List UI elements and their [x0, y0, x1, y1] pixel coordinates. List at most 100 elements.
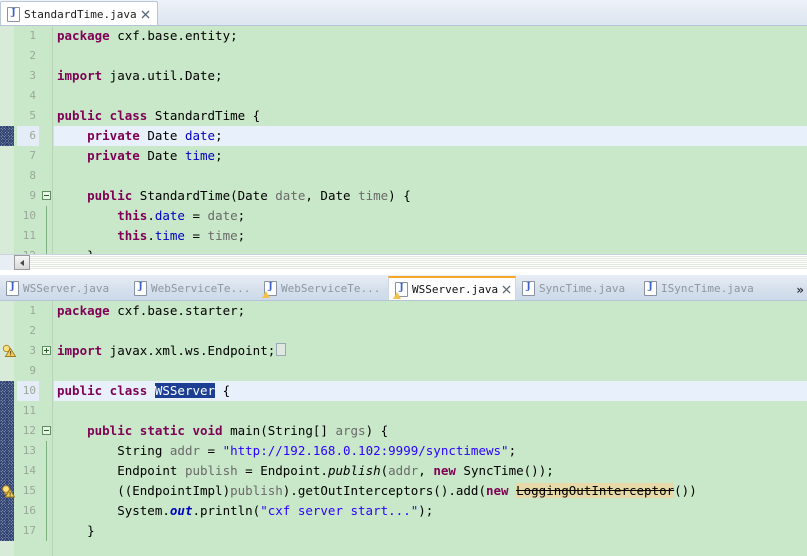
fold-expand-icon[interactable] [42, 346, 51, 355]
java-file-icon [7, 6, 20, 22]
code-token: date [207, 208, 238, 223]
code-line[interactable]: this.date = date; [54, 206, 807, 226]
code-line[interactable]: Endpoint publish = Endpoint.publish(addr… [54, 461, 807, 481]
code-line[interactable]: this.time = time; [54, 226, 807, 246]
code-token: .println( [192, 503, 261, 518]
editor-tab-wsserver-java[interactable]: WSServer.java [0, 276, 128, 300]
collapsed-imports-box[interactable] [276, 343, 287, 356]
code-line[interactable]: public StandardTime(Date date, Date time… [54, 186, 807, 206]
code-line[interactable]: package cxf.base.entity; [54, 26, 807, 46]
line-number: 2 [29, 324, 36, 337]
fold-range-line [46, 226, 47, 246]
editor-tab-wsserver-java[interactable]: WSServer.java [388, 276, 516, 300]
code-line[interactable]: public class StandardTime { [54, 106, 807, 126]
warning-icon[interactable] [2, 344, 17, 357]
java-file-icon [262, 280, 277, 298]
editor-tab-webservicete[interactable]: WebServiceTe... [258, 276, 388, 300]
code-token: addr [169, 443, 200, 458]
line-number: 8 [29, 169, 36, 182]
code-token: public [87, 188, 133, 203]
editor-tab-isynctime-java[interactable]: ISyncTime.java [638, 276, 758, 300]
tab-overflow-chevron-icon[interactable]: » [796, 284, 804, 296]
line-number: 1 [29, 29, 36, 42]
code-token: Date [139, 128, 185, 143]
java-file-icon [6, 280, 19, 296]
code-line[interactable] [54, 401, 807, 421]
code-line[interactable] [54, 321, 807, 341]
line-number: 10 [17, 381, 39, 401]
code-token: import [57, 68, 103, 83]
code-token: ).getOutInterceptors().add( [282, 483, 486, 498]
code-token: Date [139, 148, 185, 163]
bottom-editor-part: » WSServer.java WebServiceTe... WebService… [0, 275, 807, 556]
bottom-annotation-column [0, 301, 17, 556]
code-line[interactable]: public static void main(String[] args) { [54, 421, 807, 441]
top-code-editor[interactable]: 123456789101112 package cxf.base.entity;… [0, 26, 807, 254]
top-editor-horizontal-scrollbar[interactable] [0, 254, 807, 270]
editor-tab-webservicete[interactable]: WebServiceTe... [128, 276, 258, 300]
code-token: LoggingOutInterceptor [516, 483, 675, 498]
fold-collapse-icon[interactable] [42, 426, 51, 435]
code-line[interactable]: } [54, 246, 807, 254]
code-token: } [57, 523, 95, 538]
java-file-icon [134, 280, 147, 296]
code-line[interactable]: import javax.xml.ws.Endpoint; [54, 341, 807, 361]
fold-range-line [46, 481, 47, 501]
code-line[interactable]: import java.util.Date; [54, 66, 807, 86]
top-editor-part: StandardTime.java 123456789101112 packag… [0, 0, 807, 270]
code-line[interactable] [54, 86, 807, 106]
code-token: out [169, 503, 193, 518]
line-number: 3 [29, 69, 36, 82]
top-editor-tabbar[interactable]: StandardTime.java [0, 0, 807, 26]
scrollbar-track[interactable] [14, 255, 807, 270]
editor-tab-label: WebServiceTe... [281, 281, 381, 295]
code-line[interactable] [54, 46, 807, 66]
code-token: = [184, 228, 208, 243]
code-token: StandardTime { [147, 108, 261, 123]
top-folding-column[interactable] [41, 26, 52, 254]
line-number: 13 [22, 444, 36, 457]
line-number: 11 [22, 404, 36, 417]
code-token: ) { [388, 188, 411, 203]
line-number: 7 [29, 149, 36, 162]
code-token: private [87, 128, 140, 143]
code-token: date [275, 188, 306, 203]
code-token: public class [57, 383, 148, 398]
java-file-icon [393, 282, 408, 299]
code-line[interactable]: System.out.println("cxf server start..."… [54, 501, 807, 521]
scroll-left-arrow-icon[interactable] [14, 255, 30, 270]
bottom-source-code[interactable]: package cxf.base.starter; import javax.x… [54, 301, 807, 556]
code-token: ()) [674, 483, 697, 498]
code-line[interactable]: private Date time; [54, 146, 807, 166]
line-number: 2 [29, 49, 36, 62]
bottom-folding-column[interactable] [41, 301, 52, 556]
code-line[interactable]: public class WSServer { [54, 381, 807, 401]
fold-collapse-icon[interactable] [42, 191, 51, 200]
editor-tab-label: WSServer.java [23, 281, 110, 295]
code-line[interactable]: private Date date; [54, 126, 807, 146]
quick-fix-warning-icon[interactable] [1, 484, 16, 498]
bottom-line-number-gutter: 1 2 3 9 10 11 12 13 14 15 16 17 [17, 301, 39, 556]
top-source-code[interactable]: package cxf.base.entity; import java.uti… [54, 26, 807, 254]
editor-tab-standardtime-java[interactable]: StandardTime.java [0, 1, 158, 25]
code-line[interactable] [54, 361, 807, 381]
bottom-editor-tabbar[interactable]: » WSServer.java WebServiceTe... WebService… [0, 275, 807, 301]
code-token: ) { [365, 423, 389, 438]
code-line[interactable]: } [54, 521, 807, 541]
code-line[interactable] [54, 166, 807, 186]
close-icon[interactable] [502, 285, 511, 294]
line-number: 12 [17, 246, 39, 254]
code-line[interactable]: String addr = "http://192.168.0.102:9999… [54, 441, 807, 461]
code-token: private [87, 148, 140, 163]
code-line[interactable]: ((EndpointImpl)publish).getOutIntercepto… [54, 481, 807, 501]
editor-tab-synctime-java[interactable]: SyncTime.java [516, 276, 638, 300]
line-number: 9 [29, 364, 36, 377]
code-line[interactable]: package cxf.base.starter; [54, 301, 807, 321]
close-icon[interactable] [141, 10, 150, 19]
bottom-code-editor[interactable]: 1 2 3 9 10 11 12 13 14 15 16 17 package cxf.base.st… [0, 301, 807, 556]
